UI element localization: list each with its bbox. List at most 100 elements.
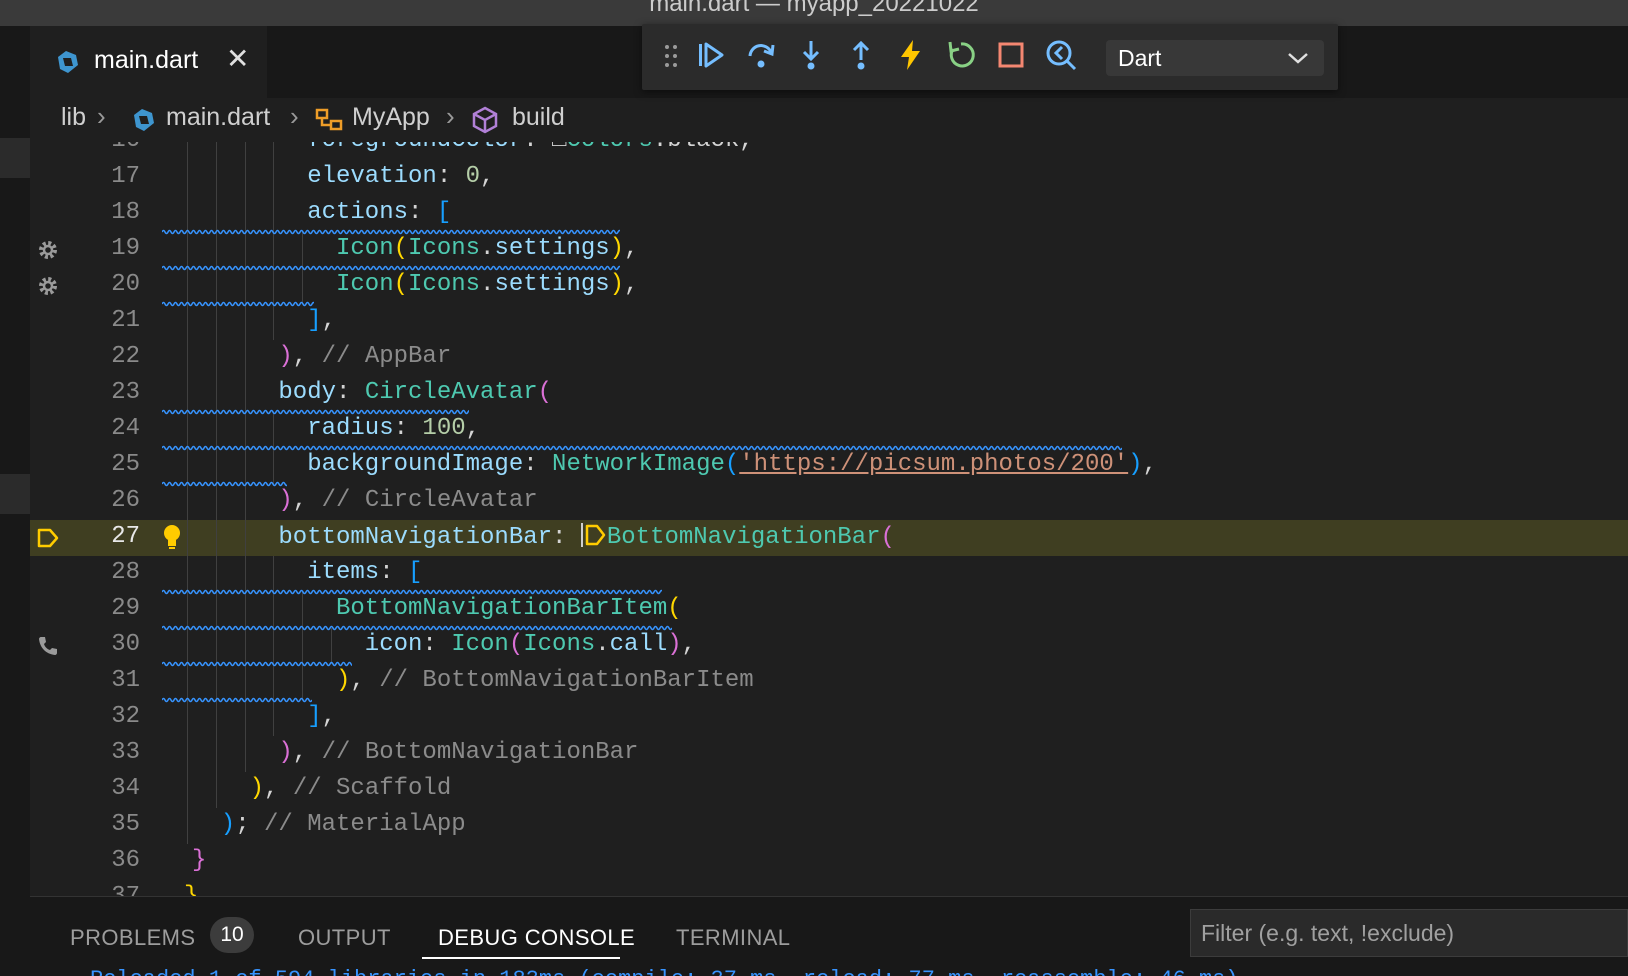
code-line[interactable]: 32], [30,697,1628,736]
line-number[interactable]: 27 [70,523,140,550]
restart-icon[interactable] [944,38,978,72]
diagnostic-squiggle [162,481,287,487]
lightbulb-icon[interactable] [160,523,184,551]
line-number[interactable]: 37 [70,883,140,896]
code-text[interactable]: actions: [ [307,199,451,226]
debug-toolbar: Dart [642,24,1338,90]
close-icon[interactable]: ✕ [226,45,249,73]
line-number[interactable]: 20 [70,271,140,298]
tab-debug-console[interactable]: DEBUG CONSOLE [438,925,635,951]
indent-guide [244,628,246,664]
line-number[interactable]: 17 [70,163,140,190]
step-out-icon[interactable] [844,38,878,72]
inline-breakpoint-icon[interactable] [580,523,607,547]
code-line[interactable]: 29 BottomNavigationBarItem( [30,589,1628,628]
code-line[interactable]: 25 backgroundImage: NetworkImage('https:/… [30,445,1628,484]
breadcrumb-item-myapp[interactable]: MyApp [352,103,430,132]
code-text[interactable]: Icon(Icons.settings), [336,271,638,298]
code-text[interactable]: } [192,847,206,874]
step-over-icon[interactable] [744,38,778,72]
code-text[interactable]: items: [ [307,559,422,586]
code-text[interactable]: ], [307,703,336,730]
code-text[interactable]: ); // MaterialApp [221,811,466,838]
code-text[interactable]: ), // Scaffold [250,775,452,802]
code-line[interactable]: 26 ), // CircleAvatar [30,481,1628,520]
code-line[interactable]: 16 foregroundColor: □Colors.black, [30,142,1628,160]
code-text[interactable]: ), // BottomNavigationBar [278,739,638,766]
tab-output[interactable]: OUTPUT [298,925,391,951]
devtools-search-icon[interactable] [1044,38,1078,72]
code-line[interactable]: 28 items: [ [30,556,1628,592]
tab-terminal[interactable]: TERMINAL [676,925,790,951]
step-into-icon[interactable] [794,38,828,72]
debug-console-filter[interactable] [1190,909,1628,957]
continue-icon[interactable] [694,38,728,72]
problems-count-badge: 10 [210,917,254,953]
line-number[interactable]: 34 [70,775,140,802]
filter-input[interactable] [1191,910,1627,956]
code-line[interactable]: 21], [30,301,1628,340]
code-text[interactable]: ), // AppBar [278,343,451,370]
line-number[interactable]: 25 [70,451,140,478]
code-line[interactable]: 30 icon: Icon(Icons.call), [30,625,1628,664]
line-number[interactable]: 18 [70,199,140,226]
code-line[interactable]: 23 body: CircleAvatar( [30,376,1628,412]
indent-guide [244,664,246,700]
line-number[interactable]: 28 [70,559,140,586]
code-line[interactable]: 24 radius: 100, [30,409,1628,448]
line-number[interactable]: 26 [70,487,140,514]
code-text[interactable]: elevation: 0, [307,163,494,190]
tab-main-dart[interactable]: main.dart ✕ [30,26,267,98]
line-number[interactable]: 30 [70,631,140,658]
code-text[interactable]: bottomNavigationBar: BottomNavigationBar… [278,523,895,551]
code-line[interactable]: 35 ); // MaterialApp [30,808,1628,844]
code-line[interactable]: 20 Icon(Icons.settings), [30,265,1628,304]
line-number[interactable]: 33 [70,739,140,766]
code-line[interactable]: 17 elevation: 0, [30,160,1628,196]
breakpoint-paused-icon[interactable] [36,526,60,550]
line-number[interactable]: 31 [70,667,140,694]
tab-problems[interactable]: PROBLEMS [70,925,195,951]
breadcrumb-item-build[interactable]: build [512,103,565,132]
line-number[interactable]: 24 [70,415,140,442]
line-number[interactable]: 22 [70,343,140,370]
breadcrumb-item-main-dart[interactable]: main.dart [166,103,270,132]
code-line[interactable]: 36} [30,844,1628,880]
code-line[interactable]: 37} [30,880,1628,896]
debug-configuration-select[interactable]: Dart [1106,40,1324,76]
line-number[interactable]: 16 [70,142,140,154]
line-number[interactable]: 29 [70,595,140,622]
code-line[interactable]: 33 ), // BottomNavigationBar [30,736,1628,772]
code-line[interactable]: 22 ), // AppBar [30,340,1628,376]
code-text[interactable]: } [184,883,198,896]
code-line[interactable]: 31 ), // BottomNavigationBarItem [30,661,1628,700]
code-line[interactable]: 18 actions: [ [30,196,1628,232]
code-text[interactable]: ), // BottomNavigationBarItem [336,667,754,694]
code-text[interactable]: foregroundColor: □Colors.black, [307,142,754,154]
code-text[interactable]: Icon(Icons.settings), [336,235,638,262]
code-editor[interactable]: 16 foregroundColor: □Colors.black, 17 eleva… [30,142,1628,896]
code-line[interactable]: 34 ), // Scaffold [30,772,1628,808]
stop-icon[interactable] [994,38,1028,72]
code-text[interactable]: body: CircleAvatar( [278,379,552,406]
code-text[interactable]: BottomNavigationBarItem( [336,595,682,622]
line-number[interactable]: 21 [70,307,140,334]
tab-label: main.dart [94,46,199,74]
code-text[interactable]: icon: Icon(Icons.call), [365,631,696,658]
indent-guide [244,484,246,520]
line-number[interactable]: 36 [70,847,140,874]
code-text[interactable]: radius: 100, [307,415,480,442]
line-number[interactable]: 19 [70,235,140,262]
activity-bar-indicator [0,474,30,514]
code-line[interactable]: 19 Icon(Icons.settings), [30,229,1628,268]
breadcrumb-item-lib[interactable]: lib [61,103,86,132]
code-text[interactable]: ), // CircleAvatar [278,487,537,514]
line-number[interactable]: 32 [70,703,140,730]
code-text[interactable]: ], [307,307,336,334]
drag-handle-icon[interactable] [664,44,678,68]
code-line[interactable]: 27 bottomNavigationBar: BottomNavigationB… [30,520,1628,556]
hot-reload-icon[interactable] [894,38,928,72]
line-number[interactable]: 35 [70,811,140,838]
line-number[interactable]: 23 [70,379,140,406]
code-text[interactable]: backgroundImage: NetworkImage('https://p… [307,451,1157,478]
